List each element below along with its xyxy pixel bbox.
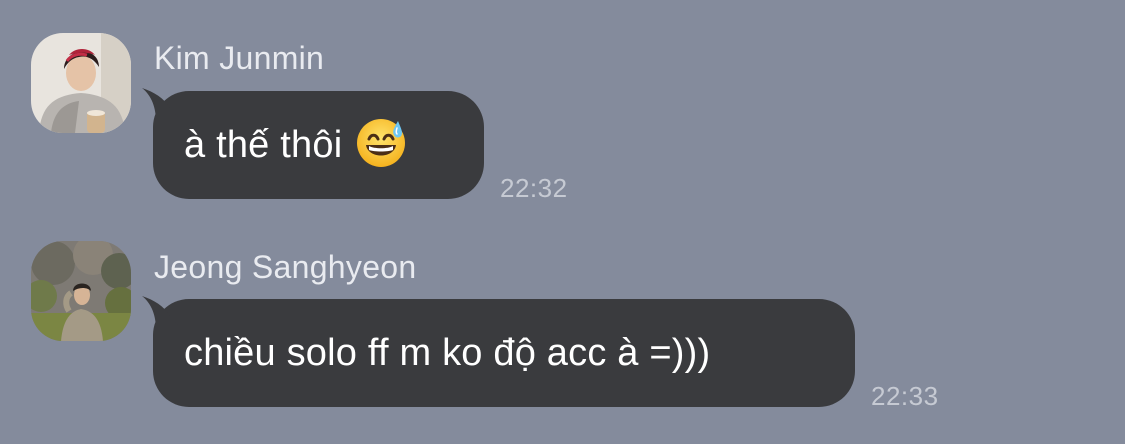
- avatar-photo: [31, 33, 131, 133]
- sender-name: Jeong Sanghyeon: [154, 249, 417, 285]
- message-bubble[interactable]: chiều solo ff m ko độ acc à =))): [142, 296, 855, 407]
- avatar-photo: [31, 241, 131, 341]
- message-text: chiều solo ff m ko độ acc à =))): [184, 331, 711, 374]
- message-timestamp: 22:32: [500, 173, 568, 203]
- avatar-jeong-sanghyeon[interactable]: [31, 241, 131, 341]
- message-text: à thế thôi: [184, 123, 343, 166]
- message-bubble[interactable]: à thế thôi: [142, 88, 484, 199]
- message-timestamp: 22:33: [871, 381, 939, 411]
- chat-message-list: Kim Junmin à thế thôi 22:32 Jeong Sanghy…: [0, 0, 1125, 444]
- grinning-face-with-sweat-icon: [357, 119, 406, 167]
- bubble-tail: [142, 88, 182, 122]
- avatar-kim-junmin[interactable]: [31, 33, 131, 133]
- bubble-tail: [142, 296, 182, 330]
- sender-name: Kim Junmin: [154, 40, 325, 76]
